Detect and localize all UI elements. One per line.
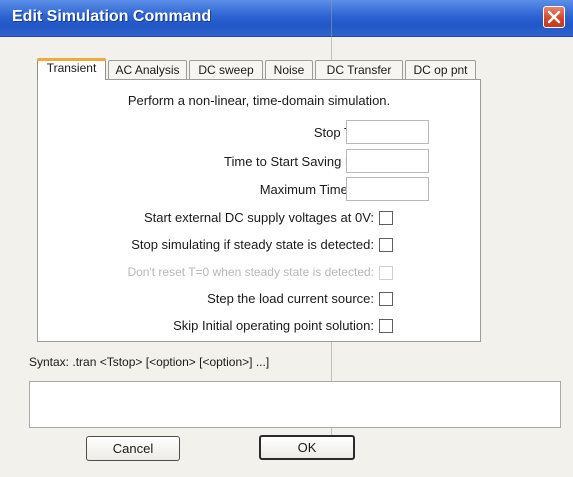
stop-steady-state-label: Stop simulating if steady state is detec… — [131, 237, 374, 252]
syntax-input[interactable] — [29, 381, 561, 428]
tab-transient[interactable]: Transient — [37, 58, 106, 80]
syntax-label: Syntax: .tran <Tstop> [<option> [<option… — [29, 355, 270, 369]
skip-op-point-label: Skip Initial operating point solution: — [173, 318, 374, 333]
start-saving-input[interactable] — [346, 149, 429, 173]
close-icon — [547, 10, 561, 24]
tab-noise[interactable]: Noise — [265, 60, 313, 79]
tab-dc-op-pnt[interactable]: DC op pnt — [405, 60, 476, 79]
max-timestep-input[interactable] — [346, 177, 429, 201]
close-button[interactable] — [543, 6, 565, 28]
no-reset-t0-label: Don't reset T=0 when steady state is det… — [127, 265, 374, 279]
edit-simulation-dialog: Edit Simulation Command Transient AC Ana… — [0, 0, 573, 477]
step-load-label: Step the load current source: — [207, 291, 374, 306]
tab-ac-analysis[interactable]: AC Analysis — [108, 60, 187, 79]
tab-dc-sweep[interactable]: DC sweep — [189, 60, 263, 79]
panel-description: Perform a non-linear, time-domain simula… — [127, 93, 391, 108]
title-bar[interactable]: Edit Simulation Command — [0, 0, 573, 37]
dialog-title: Edit Simulation Command — [12, 8, 212, 25]
no-reset-t0-checkbox[interactable] — [379, 266, 393, 280]
transient-panel: Perform a non-linear, time-domain simula… — [37, 79, 481, 342]
tab-dc-transfer[interactable]: DC Transfer — [315, 60, 403, 79]
cancel-button[interactable]: Cancel — [86, 436, 180, 461]
start-dc-zero-label: Start external DC supply voltages at 0V: — [143, 210, 374, 225]
skip-op-point-checkbox[interactable] — [379, 319, 393, 333]
start-dc-zero-checkbox[interactable] — [379, 211, 393, 225]
stop-steady-state-checkbox[interactable] — [379, 238, 393, 252]
step-load-checkbox[interactable] — [379, 292, 393, 306]
stop-time-input[interactable] — [346, 120, 429, 144]
ok-button[interactable]: OK — [259, 435, 355, 460]
